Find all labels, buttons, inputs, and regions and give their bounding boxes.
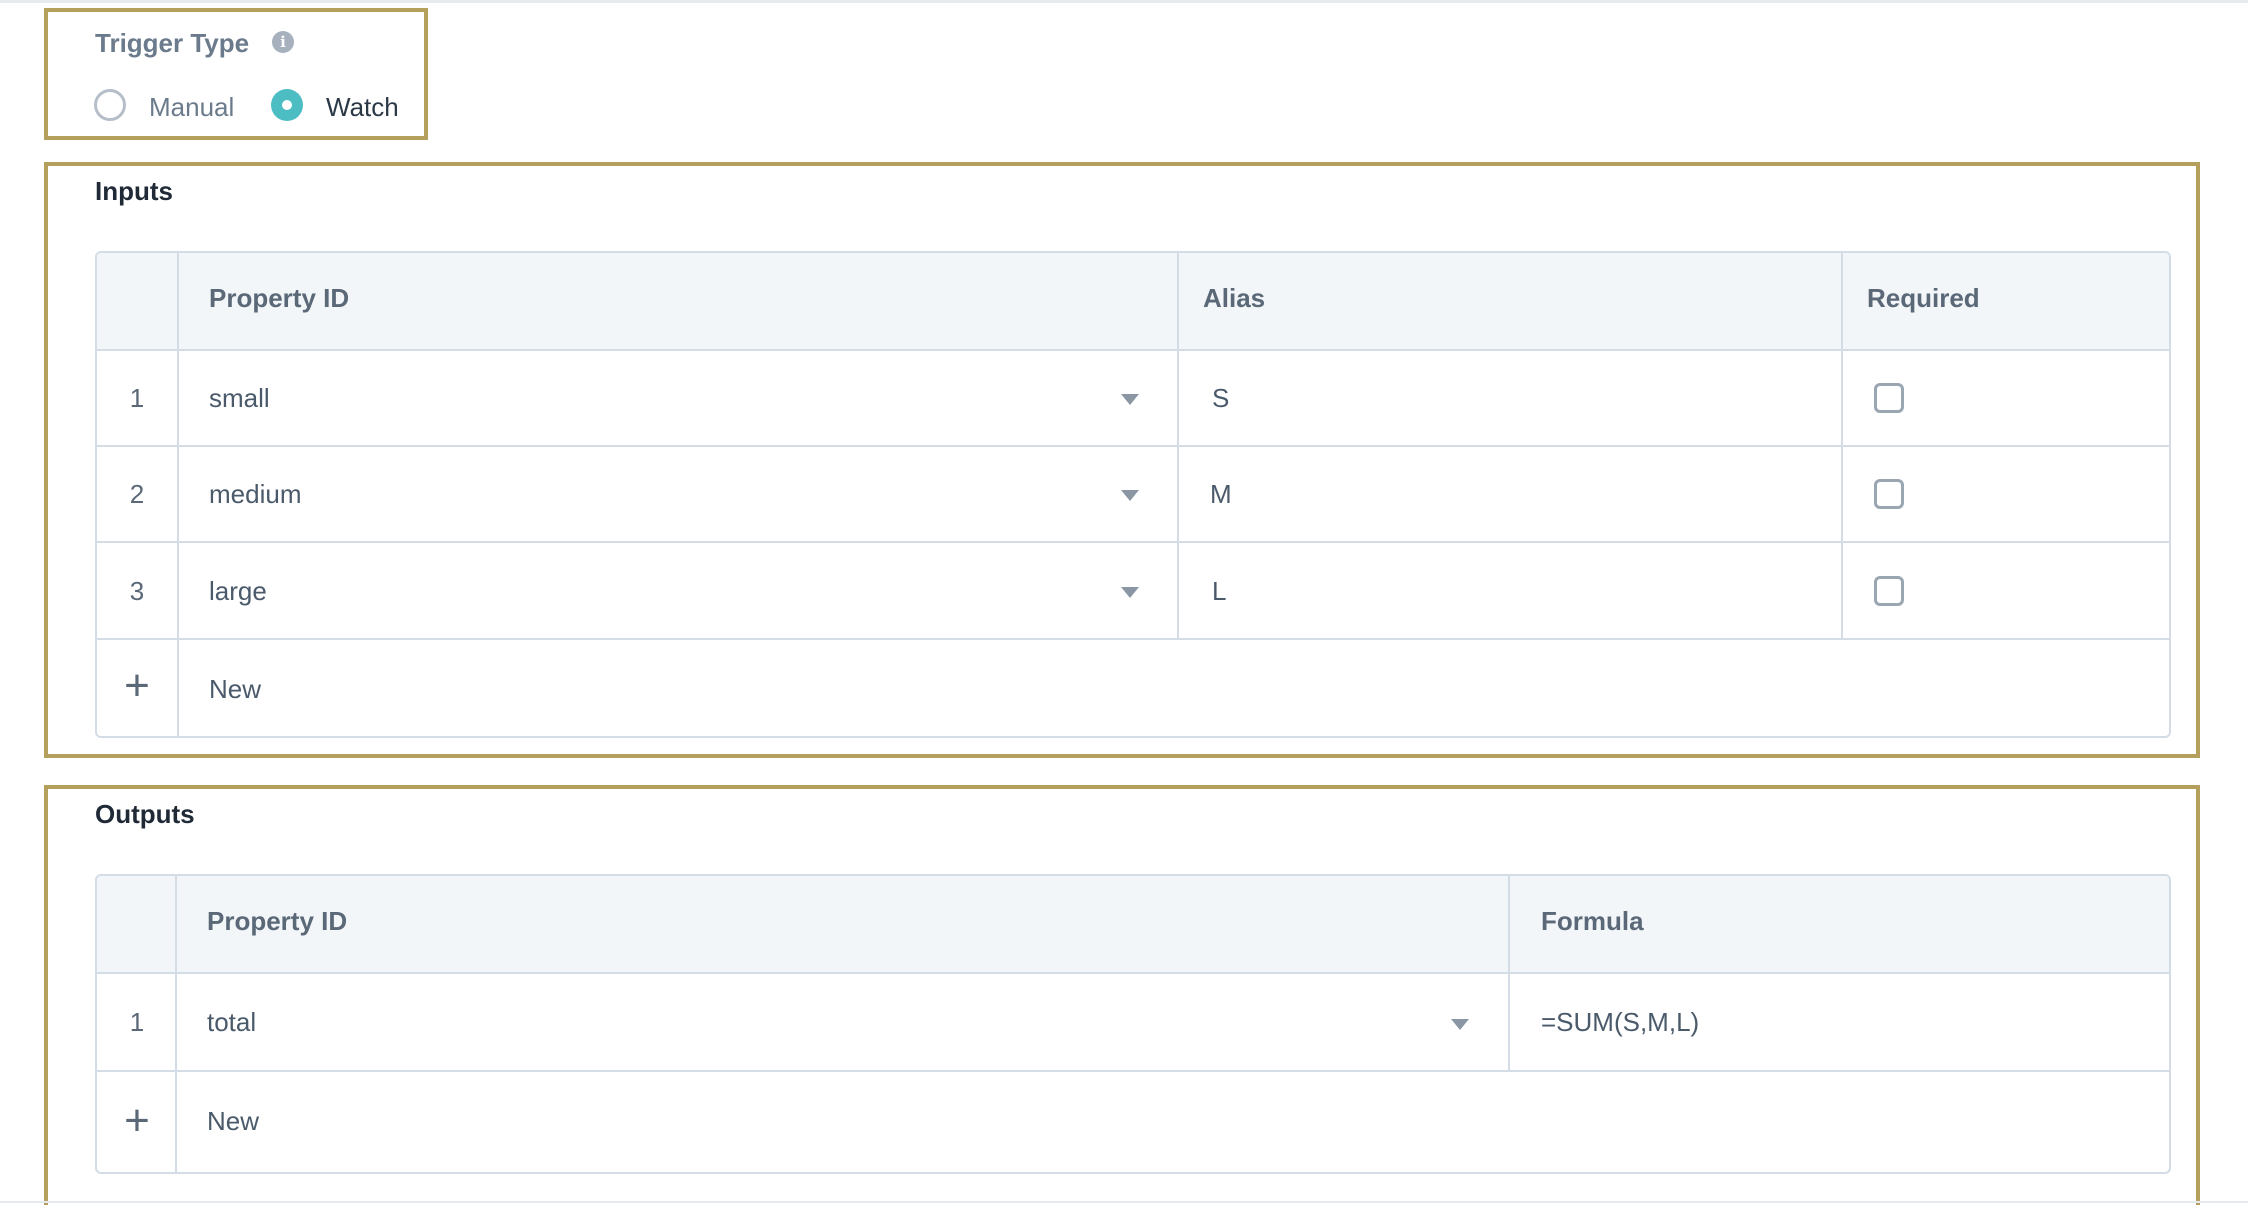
chevron-down-icon[interactable] — [1121, 587, 1139, 598]
required-checkbox[interactable] — [1874, 479, 1904, 509]
table-row: 1 small S — [97, 351, 2169, 445]
table-header-row — [97, 876, 2169, 972]
chevron-down-icon[interactable] — [1451, 1019, 1469, 1030]
column-header-alias: Alias — [1203, 283, 1266, 313]
radio-watch[interactable] — [271, 89, 303, 121]
table-row: 3 large L — [97, 543, 2169, 638]
required-checkbox[interactable] — [1874, 576, 1904, 606]
outputs-table: Property ID Formula 1 total =SUM(S,M,L) … — [95, 874, 2171, 1174]
column-header-property-id: Property ID — [207, 906, 348, 936]
inputs-table: Property ID Alias Required 1 small S 2 m… — [95, 251, 2171, 738]
trigger-type-label: Trigger Type — [95, 28, 250, 58]
top-divider — [0, 0, 2248, 3]
outputs-section: Outputs Property ID Formula 1 total =SUM… — [44, 785, 2200, 1205]
radio-manual[interactable] — [94, 89, 126, 121]
property-id-select[interactable]: small — [209, 383, 270, 414]
required-checkbox[interactable] — [1874, 383, 1904, 413]
property-id-select[interactable]: medium — [209, 479, 301, 510]
property-id-select[interactable]: large — [209, 576, 267, 607]
outputs-title: Outputs — [95, 799, 195, 829]
radio-watch-label[interactable]: Watch — [326, 92, 399, 123]
table-row: 2 medium M — [97, 447, 2169, 541]
row-number: 3 — [129, 576, 145, 606]
table-row: 1 total =SUM(S,M,L) — [97, 974, 2169, 1070]
alias-input[interactable]: L — [1212, 576, 1226, 607]
table-header-row — [97, 253, 2169, 349]
new-row-label[interactable]: New — [209, 674, 261, 705]
inputs-section: Inputs Property ID Alias Required 1 smal… — [44, 162, 2200, 758]
chevron-down-icon[interactable] — [1121, 490, 1139, 501]
column-header-formula: Formula — [1541, 906, 1644, 936]
plus-icon[interactable]: + — [97, 1099, 177, 1143]
property-id-select[interactable]: total — [207, 1007, 256, 1038]
inputs-title: Inputs — [95, 176, 173, 206]
row-number: 1 — [129, 383, 145, 413]
new-row-label[interactable]: New — [207, 1106, 259, 1137]
column-header-property-id: Property ID — [209, 283, 350, 313]
bottom-divider — [0, 1201, 2248, 1203]
alias-input[interactable]: S — [1212, 383, 1229, 414]
radio-manual-label[interactable]: Manual — [149, 92, 234, 123]
info-icon[interactable]: i — [272, 31, 294, 53]
formula-input[interactable]: =SUM(S,M,L) — [1541, 1007, 1699, 1038]
plus-icon[interactable]: + — [97, 664, 177, 708]
alias-input[interactable]: M — [1210, 479, 1232, 510]
add-row[interactable]: + New — [97, 640, 2169, 736]
row-number: 1 — [129, 1007, 145, 1037]
column-header-required: Required — [1867, 283, 1980, 313]
add-row[interactable]: + New — [97, 1072, 2169, 1172]
row-number: 2 — [129, 479, 145, 509]
chevron-down-icon[interactable] — [1121, 394, 1139, 405]
trigger-type-section: Trigger Type i Manual Watch — [44, 8, 428, 140]
